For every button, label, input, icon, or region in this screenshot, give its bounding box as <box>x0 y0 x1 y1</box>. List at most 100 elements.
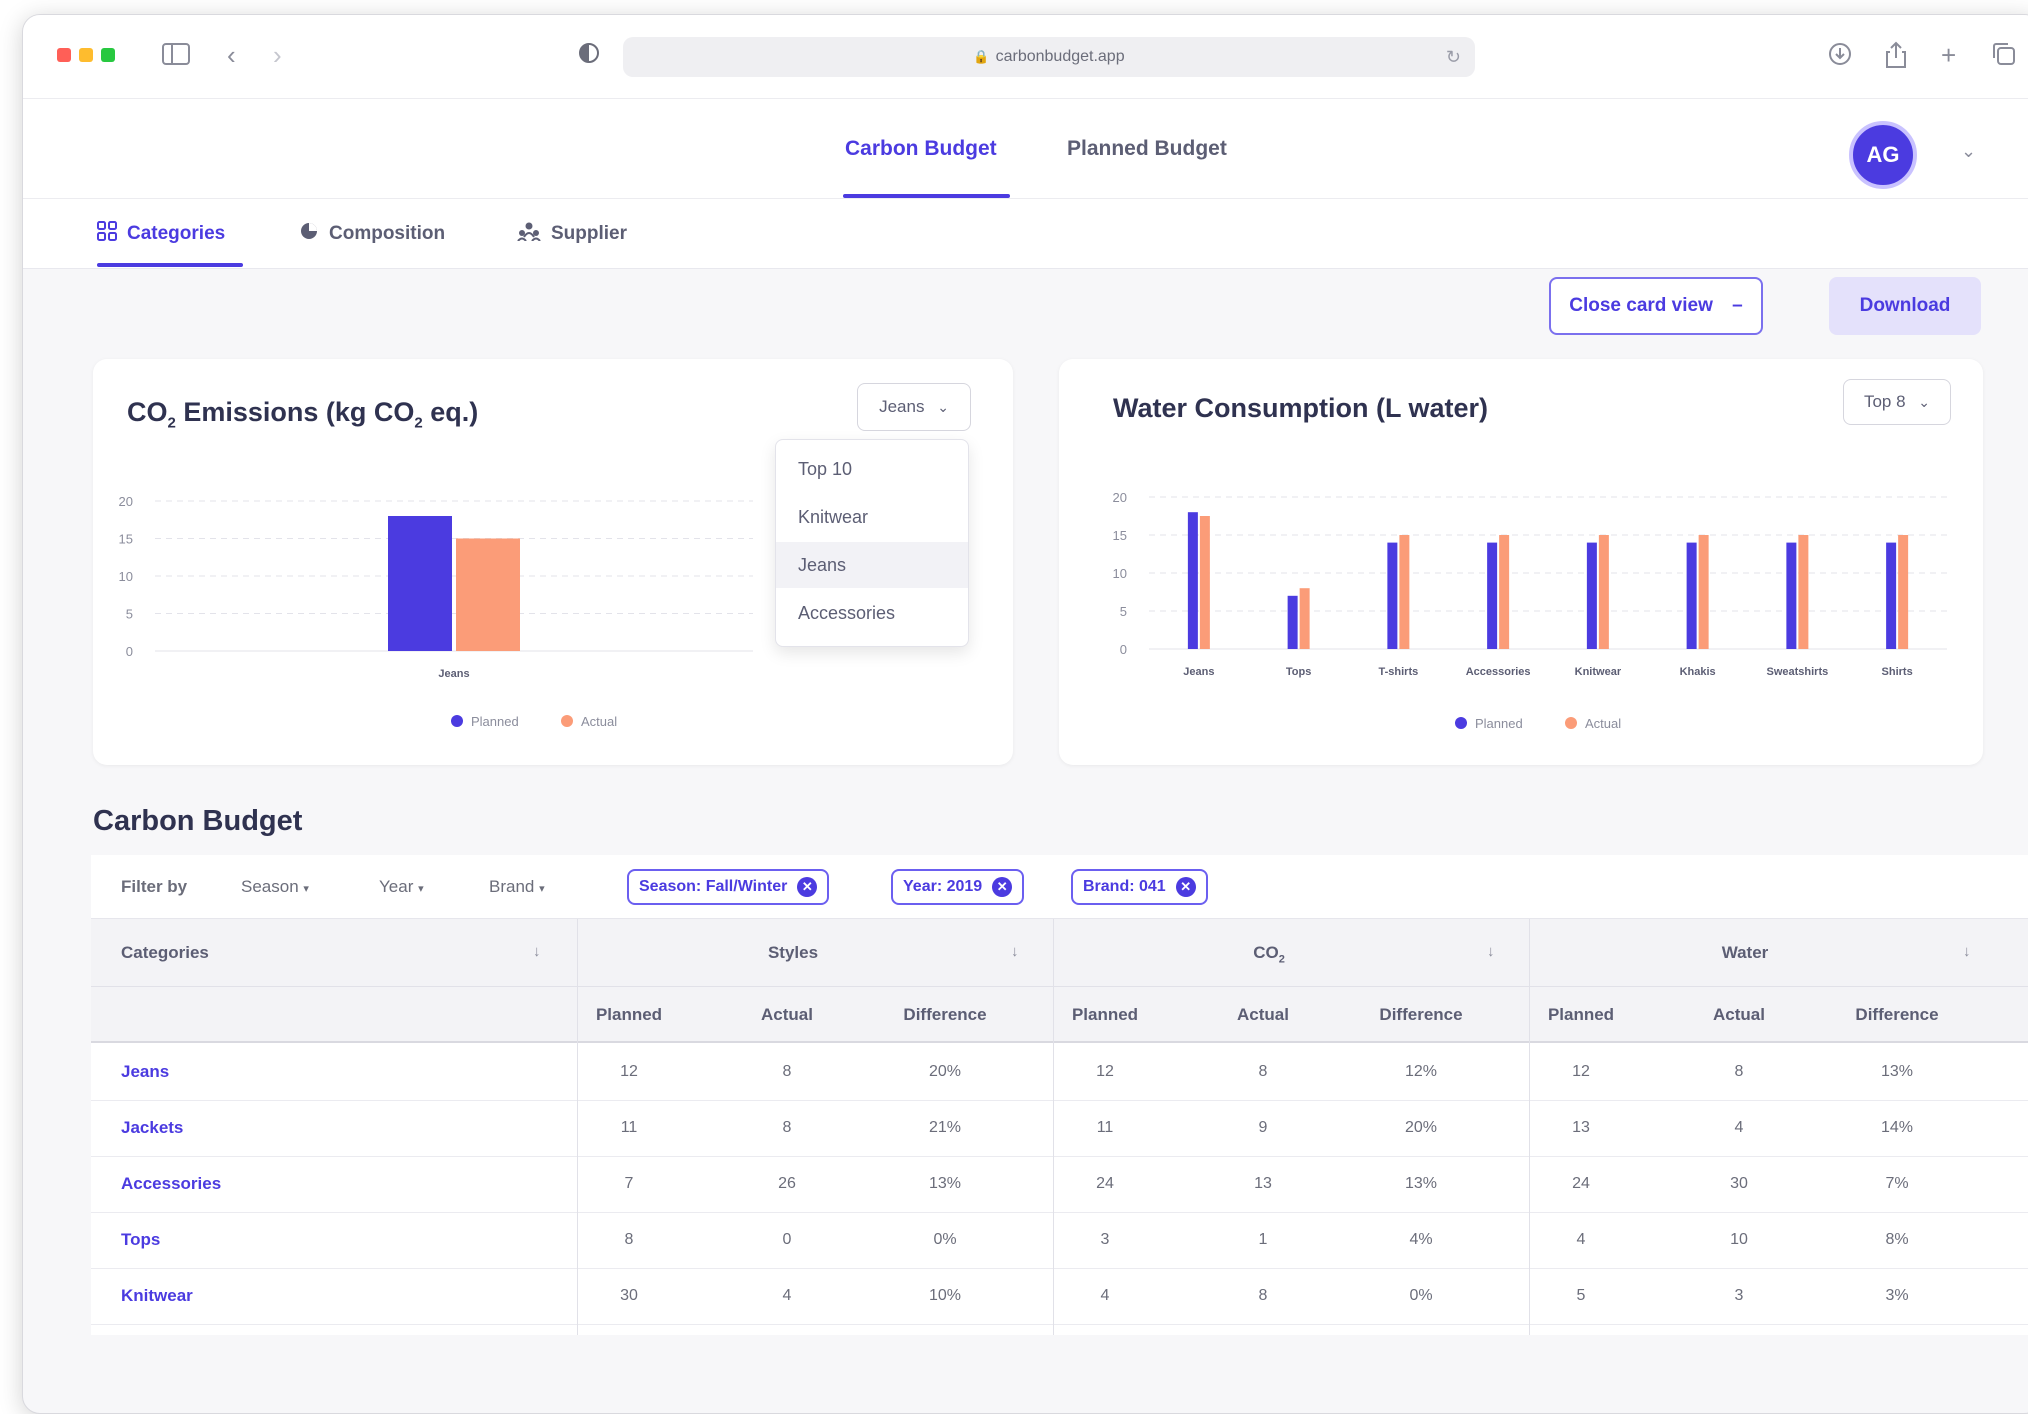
table-cell: 7% <box>1885 1175 1909 1192</box>
back-icon[interactable]: ‹ <box>227 41 236 69</box>
chip-remove-icon[interactable]: ✕ <box>1175 876 1196 897</box>
table-cell: 13 <box>1572 1119 1590 1136</box>
tab-categories[interactable]: Categories <box>97 221 225 247</box>
chip-remove-icon[interactable]: ✕ <box>797 876 818 897</box>
caret-down-icon: ▾ <box>418 883 424 895</box>
brand-filter[interactable]: Brand ▾ <box>489 877 545 897</box>
table-cell: 1 <box>1258 1231 1268 1248</box>
col-categories[interactable]: Categories <box>121 943 209 963</box>
col-styles[interactable]: Styles <box>555 943 1031 963</box>
category-link[interactable]: Accessories <box>121 1174 221 1194</box>
table-cell: 8 <box>1734 1063 1744 1080</box>
address-bar[interactable]: 🔒 carbonbudget.app ↻ <box>623 37 1475 77</box>
y-tick-label: 5 <box>126 607 133 622</box>
table-cell: 20% <box>928 1063 962 1080</box>
season-filter[interactable]: Season ▾ <box>241 877 309 897</box>
category-link[interactable]: Jackets <box>121 1118 183 1138</box>
forward-icon[interactable]: › <box>273 41 282 69</box>
privacy-shield-icon[interactable] <box>577 41 601 70</box>
share-icon[interactable] <box>1883 41 1909 74</box>
download-button[interactable]: Download <box>1829 277 1981 335</box>
table-cell: 21% <box>928 1119 962 1136</box>
sub-header-difference[interactable]: Difference <box>1351 1005 1491 1025</box>
avatar[interactable]: AG <box>1849 121 1917 189</box>
table-cell: 8 <box>1258 1063 1268 1080</box>
column-divider <box>1053 919 1054 1335</box>
sub-header-difference[interactable]: Difference <box>875 1005 1015 1025</box>
table-cell: 0% <box>1409 1287 1433 1304</box>
dropdown-option-top10[interactable]: Top 10 <box>776 446 968 492</box>
table-cell: 8 <box>782 1063 792 1080</box>
dropdown-option-knitwear[interactable]: Knitwear <box>776 494 968 540</box>
table-row: Knitwear 30 4 10% 4 8 0% 5 3 3% <box>91 1269 2028 1325</box>
sub-header-actual[interactable]: Actual <box>717 1005 857 1025</box>
chip-remove-icon[interactable]: ✕ <box>992 876 1013 897</box>
app-header: Carbon Budget Planned Budget AG ⌄ <box>23 99 2028 199</box>
minimize-window-button[interactable] <box>79 48 93 62</box>
sort-icon[interactable]: ↓ <box>1011 943 1019 960</box>
table-cell: 4 <box>1734 1119 1744 1136</box>
y-tick-label: 15 <box>1113 528 1127 543</box>
sub-header-actual[interactable]: Actual <box>1193 1005 1333 1025</box>
sub-header-planned[interactable]: Planned <box>1035 1005 1175 1025</box>
year-filter[interactable]: Year ▾ <box>379 877 424 897</box>
tab-composition[interactable]: Composition <box>299 221 445 247</box>
minus-icon: – <box>1732 295 1743 316</box>
tab-overview-icon[interactable] <box>1991 41 2017 72</box>
x-tick-label: T-shirts <box>1379 666 1419 678</box>
table-cell: 12 <box>1572 1063 1590 1080</box>
legend-marker <box>451 715 463 727</box>
category-link[interactable]: Knitwear <box>121 1286 193 1306</box>
sort-icon[interactable]: ↓ <box>1963 943 1971 960</box>
dropdown-option-jeans[interactable]: Jeans <box>776 542 968 588</box>
chip-year[interactable]: Year: 2019 ✕ <box>891 869 1025 905</box>
browser-toolbar: ‹ › 🔒 carbonbudget.app ↻ + <box>23 15 2028 99</box>
chip-brand[interactable]: Brand: 041 ✕ <box>1071 869 1208 905</box>
x-tick-label: Jeans <box>438 668 469 680</box>
sub-header-difference[interactable]: Difference <box>1827 1005 1967 1025</box>
bar-actual <box>456 538 520 651</box>
table-cell: 14% <box>1880 1119 1914 1136</box>
sub-header-planned[interactable]: Planned <box>559 1005 699 1025</box>
table-cell: 20% <box>1404 1119 1438 1136</box>
filter-bar: Filter by Season ▾ Year ▾ Brand ▾ Season… <box>91 855 2028 919</box>
table-cell: 24 <box>1096 1175 1114 1192</box>
category-link[interactable]: Tops <box>121 1230 160 1250</box>
y-tick-label: 15 <box>119 532 133 547</box>
sort-icon[interactable]: ↓ <box>533 943 541 960</box>
download-icon[interactable] <box>1827 41 1853 72</box>
new-tab-icon[interactable]: + <box>1941 41 1956 69</box>
close-window-button[interactable] <box>57 48 71 62</box>
table-cell: 4% <box>1409 1231 1433 1248</box>
table-row: Jeans 12 8 20% 12 8 12% 12 8 13% <box>91 1045 2028 1101</box>
chevron-down-icon[interactable]: ⌄ <box>1961 141 1976 162</box>
reload-icon[interactable]: ↻ <box>1446 37 1461 77</box>
tab-supplier[interactable]: Supplier <box>517 221 627 247</box>
pie-icon <box>299 221 319 247</box>
sub-header-planned[interactable]: Planned <box>1511 1005 1651 1025</box>
sidebar-toggle-icon[interactable] <box>161 41 191 72</box>
col-co2[interactable]: CO2 <box>1031 943 1507 965</box>
bar-actual <box>1199 516 1210 649</box>
table-cell: 4 <box>1576 1231 1586 1248</box>
nav-planned-budget[interactable]: Planned Budget <box>1067 137 1227 161</box>
dropdown-option-accessories[interactable]: Accessories <box>776 590 968 636</box>
table-cell: 30 <box>1730 1175 1748 1192</box>
table-cell: 9 <box>1258 1119 1268 1136</box>
chip-season[interactable]: Season: Fall/Winter ✕ <box>627 869 830 905</box>
y-tick-label: 20 <box>119 494 133 509</box>
table-cell: 11 <box>620 1119 638 1136</box>
table-row: Accessories 7 26 13% 24 13 13% 24 30 7% <box>91 1157 2028 1213</box>
close-card-view-label: Close card view <box>1569 295 1713 316</box>
close-card-view-button[interactable]: Close card view – <box>1549 277 1763 335</box>
sub-header-actual[interactable]: Actual <box>1669 1005 1809 1025</box>
y-tick-label: 10 <box>1113 566 1127 581</box>
maximize-window-button[interactable] <box>101 48 115 62</box>
active-subtab-indicator <box>97 263 243 267</box>
table-cell: 8 <box>782 1119 792 1136</box>
x-tick-label: Jeans <box>1183 666 1214 678</box>
nav-carbon-budget[interactable]: Carbon Budget <box>845 137 997 161</box>
col-water[interactable]: Water <box>1507 943 1983 963</box>
category-link[interactable]: Jeans <box>121 1062 169 1082</box>
sort-icon[interactable]: ↓ <box>1487 943 1495 960</box>
